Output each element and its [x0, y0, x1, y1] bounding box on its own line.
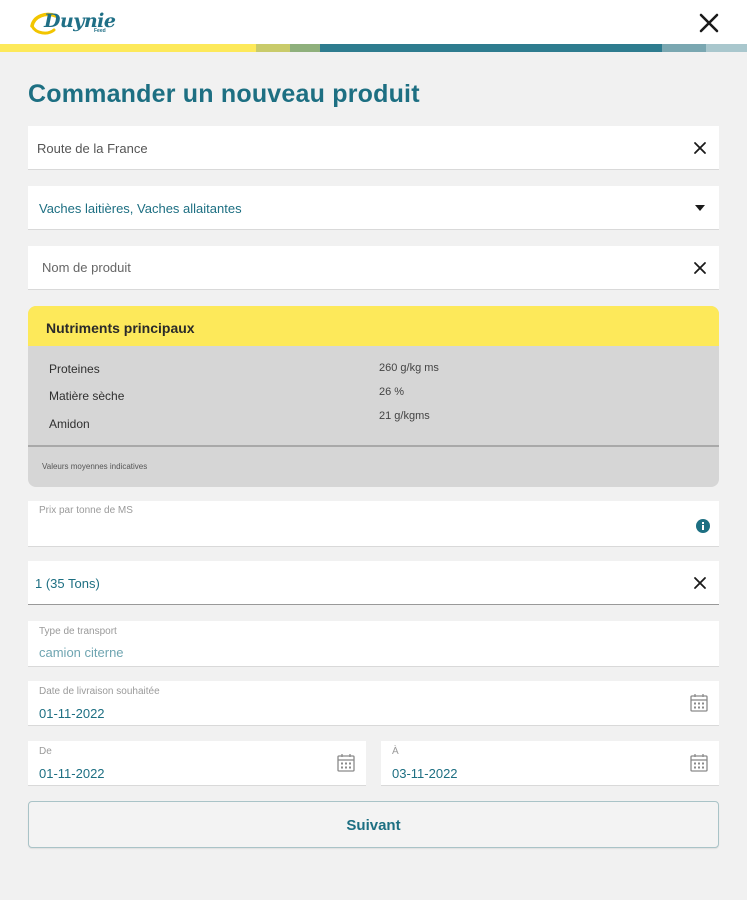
nutrient-name: Amidon [49, 417, 90, 431]
delivery-date-field[interactable]: Date de livraison souhaitée 01-11-2022 [28, 681, 719, 726]
nutrient-value: 26 % [379, 386, 405, 398]
from-date-label: De [39, 746, 52, 757]
nutrient-value: 260 g/kg ms [379, 362, 439, 374]
page-title: Commander un nouveau produit [28, 80, 420, 108]
info-icon[interactable] [696, 519, 710, 533]
app-header: Duynie Feed [0, 0, 747, 44]
color-bar-segment [320, 44, 662, 52]
nutrients-divider [28, 445, 719, 447]
color-bar-segment [706, 44, 747, 52]
to-date-field[interactable]: À 03-11-2022 [381, 741, 719, 786]
nutrient-name: Proteines [49, 362, 100, 376]
nutrients-header: Nutriments principaux [28, 306, 719, 346]
product-name-field[interactable]: Nom de produit [28, 246, 719, 290]
close-icon[interactable] [696, 10, 722, 36]
to-date-label: À [392, 746, 399, 757]
calendar-icon[interactable] [336, 753, 356, 773]
from-date-value: 01-11-2022 [39, 766, 105, 781]
transport-field[interactable]: Type de transport camion citerne [28, 621, 719, 667]
to-date-value: 03-11-2022 [392, 766, 458, 781]
clear-product-icon[interactable] [693, 261, 707, 275]
logo-subtitle: Feed [94, 28, 106, 34]
transport-value: camion citerne [39, 645, 124, 660]
quantity-value: 1 (35 Tons) [35, 576, 100, 591]
delivery-date-label: Date de livraison souhaitée [39, 686, 160, 697]
nutrients-title: Nutriments principaux [46, 320, 195, 336]
duynie-logo: Duynie Feed [28, 6, 128, 36]
nutrient-name: Matière sèche [49, 389, 125, 403]
price-label: Prix par tonne de MS [39, 505, 133, 516]
nutrient-value: 21 g/kgms [379, 410, 430, 422]
color-bar-segment [256, 44, 290, 52]
from-date-field[interactable]: De 01-11-2022 [28, 741, 366, 786]
route-field[interactable]: Route de la France [28, 126, 719, 170]
dropdown-arrow-icon[interactable] [695, 205, 705, 211]
delivery-date-value: 01-11-2022 [39, 706, 105, 721]
route-value: Route de la France [37, 141, 148, 156]
calendar-icon[interactable] [689, 693, 709, 713]
price-field[interactable]: Prix par tonne de MS [28, 501, 719, 547]
clear-route-icon[interactable] [693, 141, 707, 155]
brand-color-bar [0, 44, 747, 52]
next-button-label: Suivant [346, 817, 401, 834]
color-bar-segment [662, 44, 706, 52]
product-name-placeholder: Nom de produit [42, 260, 131, 275]
clear-quantity-icon[interactable] [693, 576, 707, 590]
quantity-field[interactable]: 1 (35 Tons) [28, 561, 719, 605]
next-button[interactable]: Suivant [28, 801, 719, 848]
nutrients-card: Nutriments principaux Proteines 260 g/kg… [28, 306, 719, 487]
animals-value: Vaches laitières, Vaches allaitantes [39, 201, 242, 216]
color-bar-segment [290, 44, 320, 52]
transport-label: Type de transport [39, 626, 117, 637]
animals-select[interactable]: Vaches laitières, Vaches allaitantes [28, 186, 719, 230]
nutrients-footnote: Valeurs moyennes indicatives [42, 462, 148, 471]
calendar-icon[interactable] [689, 753, 709, 773]
color-bar-segment [0, 44, 256, 52]
